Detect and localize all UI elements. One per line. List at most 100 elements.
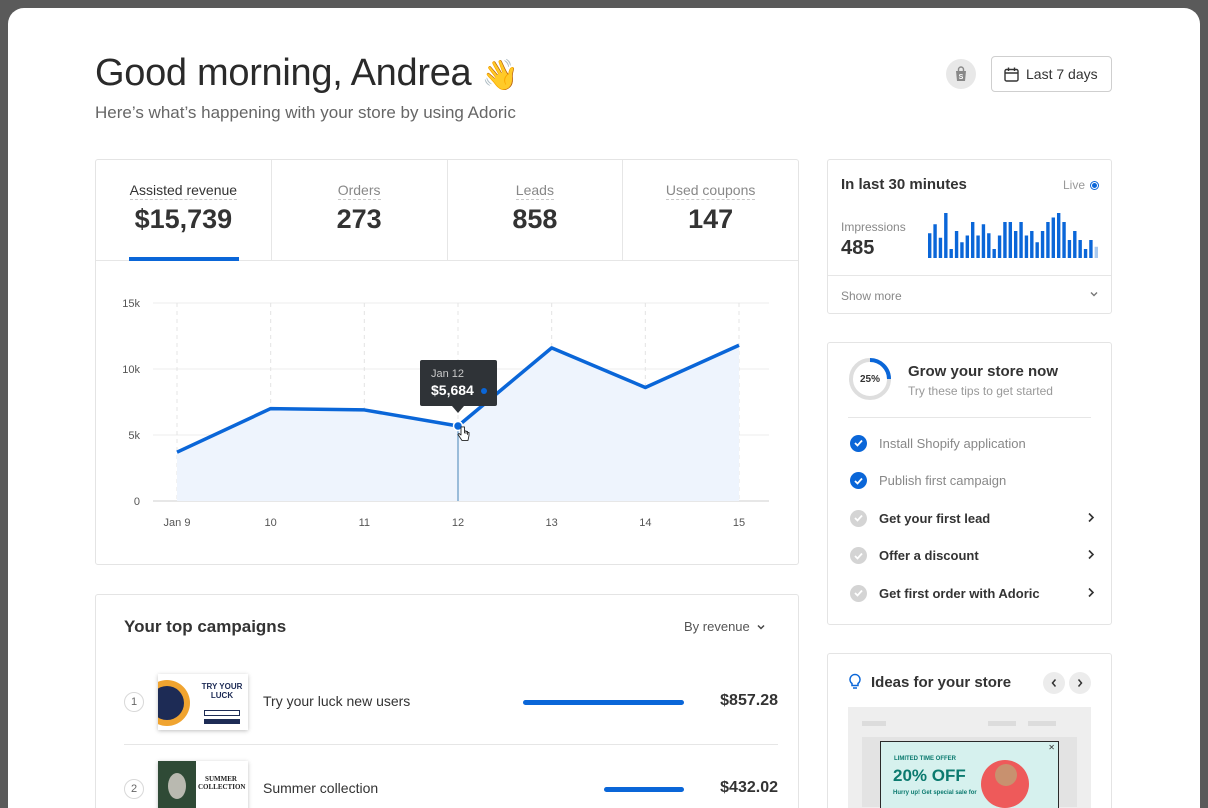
impression-bar [949, 249, 953, 258]
metrics-card: Assisted revenue $15,739 Orders 273 Lead… [95, 159, 799, 565]
thumbnail-caption: TRY YOUR LUCK [201, 682, 243, 700]
checklist-item: Install Shopify application [850, 433, 1095, 453]
impression-bar [1046, 222, 1050, 258]
y-tick-label: 5k [128, 430, 140, 442]
impression-bar [954, 231, 959, 258]
checklist-item-label: Install Shopify application [879, 435, 1026, 451]
page-title: Good morning, Andrea 👋 [95, 52, 519, 94]
impression-bar [976, 235, 980, 258]
metric-tab-leads[interactable]: Leads 858 [448, 160, 624, 260]
metric-value: 147 [688, 204, 734, 234]
live-card-title: In last 30 minutes [841, 176, 967, 193]
campaign-revenue: $857.28 [720, 692, 778, 709]
checklist-item[interactable]: Get first order with Adoric [850, 583, 1095, 603]
checklist-item[interactable]: Get your first lead [850, 508, 1095, 528]
impression-bar [965, 235, 970, 258]
campaign-row[interactable]: 1 TRY YOUR LUCK Try your luck new users … [124, 659, 778, 745]
impression-bar [938, 237, 943, 258]
impression-bar [997, 235, 1002, 258]
impression-bar [1013, 231, 1018, 258]
date-range-label: Last 7 days [1026, 66, 1098, 82]
shopping-bag-icon: S [956, 66, 966, 81]
impression-bar [1035, 242, 1039, 258]
next-button[interactable] [1069, 672, 1091, 694]
x-tick-label: 13 [546, 517, 558, 529]
promo-popup-preview: LIMITED TIME OFFER 20% OFF Hurry up! Get… [880, 741, 1059, 808]
chevron-right-icon [1077, 679, 1083, 687]
calendar-icon [1004, 67, 1019, 82]
top-campaigns-card: Your top campaigns By revenue 1 TRY YOUR… [95, 594, 799, 808]
chevron-down-icon[interactable] [1089, 289, 1099, 299]
impression-bar [960, 242, 964, 258]
chevron-left-icon [1051, 679, 1057, 687]
promo-person-head [995, 764, 1017, 786]
impression-bar [1056, 213, 1061, 258]
campaign-thumbnail: TRY YOUR LUCK [158, 674, 248, 730]
grow-title: Grow your store now [908, 363, 1059, 380]
campaigns-title: Your top campaigns [124, 617, 287, 636]
impression-bar [1067, 240, 1072, 258]
waving-hand-icon: 👋 [481, 59, 519, 92]
impression-bar [1083, 249, 1088, 258]
metric-tab-assisted-revenue[interactable]: Assisted revenue $15,739 [96, 160, 272, 261]
x-tick-label: 10 [265, 517, 277, 529]
x-tick-label: 11 [359, 517, 370, 529]
live-dot-icon [1090, 180, 1099, 190]
impression-bar [981, 224, 986, 258]
live-activity-card: In last 30 minutes Live Impressions 485 … [827, 159, 1112, 314]
tooltip-series-dot [481, 387, 487, 394]
divider [848, 417, 1091, 418]
live-label: Live [1062, 178, 1085, 192]
impression-bar [1051, 217, 1056, 258]
sort-dropdown[interactable]: By revenue [684, 619, 766, 634]
impression-bar [1078, 240, 1082, 258]
impression-bar [992, 249, 996, 258]
idea-preview[interactable]: LIMITED TIME OFFER 20% OFF Hurry up! Get… [848, 707, 1091, 808]
check-circle-icon [850, 547, 867, 564]
lightbulb-icon [849, 673, 861, 689]
impression-bar [933, 224, 937, 258]
shopify-store-button[interactable]: S [946, 59, 976, 89]
checklist-item[interactable]: Offer a discount [850, 546, 1095, 566]
impression-bar [1089, 240, 1093, 258]
y-tick-label: 10k [122, 364, 140, 376]
tooltip-date: Jan 12 [431, 368, 464, 380]
app-frame: Good morning, Andrea 👋 Here’s what’s hap… [8, 8, 1200, 808]
impression-bar [1073, 231, 1077, 258]
impression-bar [970, 222, 975, 258]
x-tick-label: 15 [733, 517, 745, 529]
promo-eyebrow: LIMITED TIME OFFER [894, 756, 956, 762]
chevron-right-icon [1087, 511, 1095, 526]
checklist-item-label: Get first order with Adoric [879, 585, 1040, 601]
campaign-name: Summer collection [263, 780, 379, 796]
ideas-title: Ideas for your store [871, 674, 1012, 691]
promo-headline: 20% OFF [893, 766, 966, 785]
metric-tab-used-coupons[interactable]: Used coupons 147 [623, 160, 798, 260]
chevron-right-icon [1087, 586, 1095, 601]
impressions-label: Impressions [841, 220, 906, 234]
chevron-right-icon [1087, 548, 1095, 563]
rank-badge: 2 [124, 779, 144, 799]
impression-bar [1062, 222, 1066, 258]
impression-bar [1024, 235, 1029, 258]
grow-subtitle: Try these tips to get started [908, 384, 1053, 398]
metric-tab-orders[interactable]: Orders 273 [272, 160, 448, 260]
close-icon: ✕ [1048, 743, 1055, 752]
page-subtitle: Here’s what’s happening with your store … [95, 103, 516, 122]
x-tick-label: 12 [452, 517, 464, 529]
check-circle-icon [850, 509, 867, 527]
previous-button[interactable] [1043, 672, 1065, 694]
sort-label: By revenue [684, 619, 750, 634]
impression-bar [928, 233, 932, 258]
impressions-sparkline [928, 213, 1098, 258]
ideas-card: Ideas for your store LIMITED TIME OFFER … [827, 653, 1112, 808]
show-more-link[interactable]: Show more [841, 289, 902, 303]
date-range-button[interactable]: Last 7 days [991, 56, 1112, 92]
campaign-row[interactable]: 2 SUMMER COLLECTION Summer collection $4… [124, 746, 778, 808]
impression-bar [1019, 222, 1023, 258]
check-circle-icon [850, 584, 867, 602]
rank-badge: 1 [124, 692, 144, 712]
revenue-bar [603, 787, 684, 792]
grow-store-card: 25% Grow your store now Try these tips t… [827, 342, 1112, 625]
impression-bar [1094, 246, 1098, 258]
